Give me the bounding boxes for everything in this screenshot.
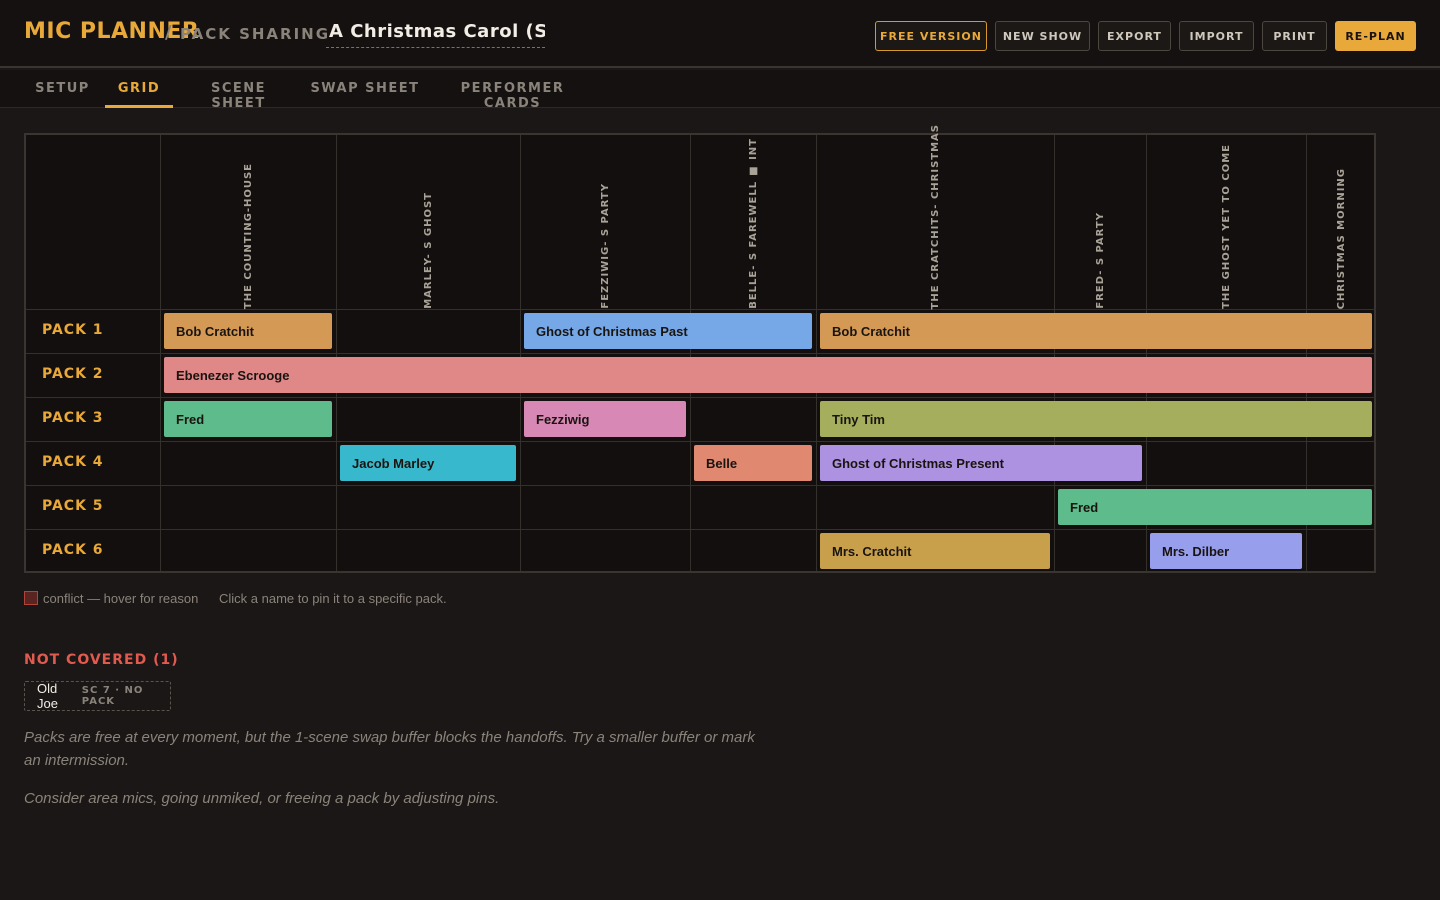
uncovered-role-chip[interactable]: Old Joe SC 7 · NO PACK bbox=[24, 681, 171, 711]
pin-hint: Click a name to pin it to a specific pac… bbox=[219, 591, 447, 606]
role-assignment-bar[interactable]: Bob Cratchit bbox=[164, 313, 332, 349]
role-assignment-bar[interactable]: Ghost of Christmas Past bbox=[524, 313, 812, 349]
free-version-button[interactable]: FREE VERSION bbox=[875, 21, 987, 51]
pack-label: PACK 2 bbox=[42, 366, 104, 382]
import-button[interactable]: IMPORT bbox=[1179, 21, 1254, 51]
pack-label: PACK 6 bbox=[42, 542, 104, 558]
scene-header: FEZZIWIG- S PARTY bbox=[520, 135, 690, 309]
tab-bar: SETUP GRID SCENE SHEET SWAP SHEET PERFOR… bbox=[0, 70, 1440, 111]
conflict-swatch bbox=[24, 591, 38, 605]
tab-setup[interactable]: SETUP bbox=[24, 70, 101, 108]
role-assignment-bar[interactable]: Belle bbox=[694, 445, 812, 481]
scene-header: THE CRATCHITS- CHRISTMAS bbox=[816, 124, 1054, 309]
pack-label: PACK 1 bbox=[42, 322, 104, 338]
role-assignment-bar[interactable]: Mrs. Cratchit bbox=[820, 533, 1050, 569]
scene-label: CHRISTMAS MORNING bbox=[1335, 167, 1347, 309]
tab-scene-sheet[interactable]: SCENE SHEET bbox=[181, 70, 296, 111]
pack-grid: THE COUNTING-HOUSE MARLEY- S GHOST FEZZIWI… bbox=[24, 124, 1376, 573]
uncovered-role-meta: SC 7 · NO PACK bbox=[81, 685, 144, 707]
grid-row-divider bbox=[26, 441, 1376, 442]
grid-row-divider bbox=[26, 397, 1376, 398]
scene-header: THE COUNTING-HOUSE bbox=[160, 135, 336, 309]
grid-row-divider bbox=[26, 485, 1376, 486]
scene-label: THE CRATCHITS- CHRISTMAS bbox=[929, 123, 941, 309]
app-brand: MIC PLANNER bbox=[24, 19, 200, 44]
role-assignment-bar[interactable]: Fred bbox=[1058, 489, 1372, 525]
role-assignment-bar[interactable]: Tiny Tim bbox=[820, 401, 1372, 437]
scene-header: BELLE- S FAREWELL ■ INT bbox=[690, 135, 816, 309]
role-assignment-bar[interactable]: Ghost of Christmas Present bbox=[820, 445, 1142, 481]
pack-label: PACK 5 bbox=[42, 498, 104, 514]
not-covered-title: NOT COVERED (1) bbox=[24, 652, 179, 668]
replan-button[interactable]: RE-PLAN bbox=[1335, 21, 1416, 51]
scene-label: THE GHOST YET TO COME bbox=[1220, 144, 1232, 309]
conflict-legend: conflict — hover for reason bbox=[43, 591, 199, 606]
new-show-button[interactable]: NEW SHOW bbox=[995, 21, 1090, 51]
uncovered-role-name: Old Joe bbox=[37, 681, 58, 711]
scene-header: CHRISTMAS MORNING bbox=[1306, 135, 1376, 309]
grid-row-divider bbox=[26, 529, 1376, 530]
pack-label: PACK 4 bbox=[42, 454, 104, 470]
scene-header: THE GHOST YET TO COME bbox=[1146, 135, 1306, 309]
grid-row-divider bbox=[26, 353, 1376, 354]
scene-label: FRED- S PARTY bbox=[1094, 212, 1106, 309]
role-assignment-bar[interactable]: Jacob Marley bbox=[340, 445, 516, 481]
show-title-field[interactable]: A Christmas Carol (Sample) bbox=[326, 18, 545, 48]
tab-swap-sheet[interactable]: SWAP SHEET bbox=[306, 70, 424, 108]
role-assignment-bar[interactable]: Bob Cratchit bbox=[820, 313, 1372, 349]
grid-row-divider bbox=[26, 309, 1376, 310]
print-button[interactable]: PRINT bbox=[1262, 21, 1327, 51]
role-assignment-bar[interactable]: Fred bbox=[164, 401, 332, 437]
scene-header: MARLEY- S GHOST bbox=[336, 135, 520, 309]
tab-performer-cards[interactable]: PERFORMER CARDS bbox=[434, 70, 591, 111]
export-button[interactable]: EXPORT bbox=[1098, 21, 1171, 51]
role-assignment-bar[interactable]: Mrs. Dilber bbox=[1150, 533, 1302, 569]
scene-label: FEZZIWIG- S PARTY bbox=[599, 183, 611, 309]
role-assignment-bar[interactable]: Fezziwig bbox=[524, 401, 686, 437]
tab-grid[interactable]: GRID bbox=[105, 70, 173, 108]
scene-header: FRED- S PARTY bbox=[1054, 135, 1146, 309]
suggestion-note: Consider area mics, going unmiked, or fr… bbox=[24, 790, 500, 807]
buffer-note: Packs are free at every moment, but the … bbox=[24, 729, 755, 769]
brand-separator: / bbox=[165, 22, 173, 43]
scene-label: THE COUNTING-HOUSE bbox=[242, 162, 254, 309]
app-subtitle: PACK SHARING bbox=[180, 25, 331, 43]
top-bar: MIC PLANNER / PACK SHARING A Christmas C… bbox=[0, 0, 1440, 68]
pack-label: PACK 3 bbox=[42, 410, 104, 426]
scene-label: BELLE- S FAREWELL ■ INT bbox=[747, 138, 759, 309]
role-assignment-bar[interactable]: Ebenezer Scrooge bbox=[164, 357, 1372, 393]
scene-label: MARLEY- S GHOST bbox=[422, 192, 434, 309]
